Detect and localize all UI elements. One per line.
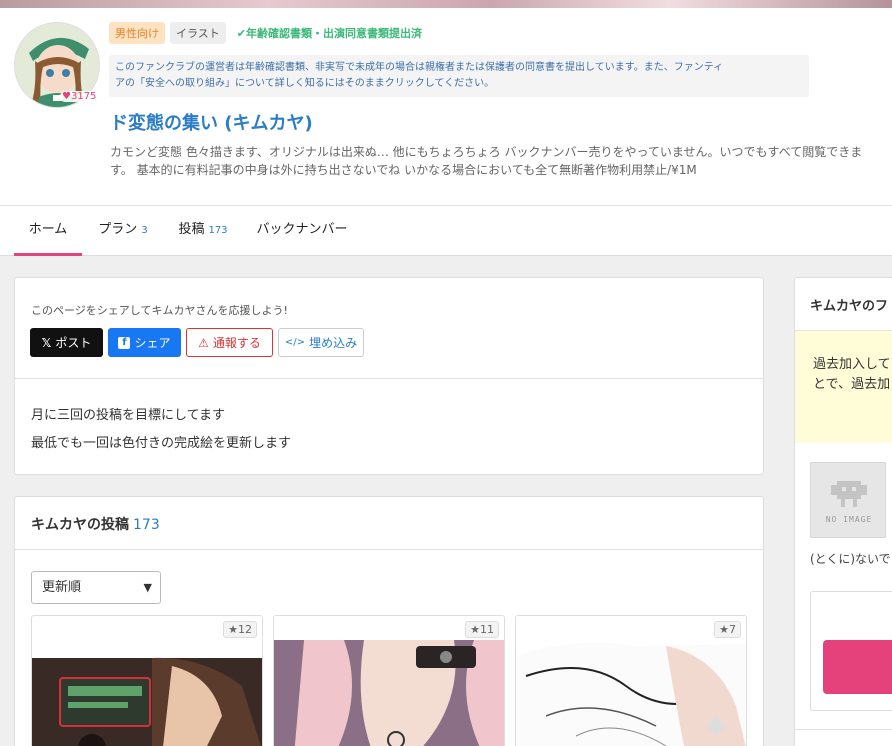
star-icon: ★	[228, 623, 238, 636]
code-icon: </>	[284, 337, 306, 348]
sidebar-title: キムカヤのフ	[810, 299, 889, 314]
about-line1: 月に三回の投稿を目標にしてます	[31, 408, 225, 423]
tab-plans[interactable]: プラン 3	[88, 206, 158, 256]
tag-list: 男性向け イラスト ✔年齢確認書類・出演同意書類提出済	[109, 22, 422, 44]
embed-button[interactable]: </> 埋め込み	[278, 328, 364, 357]
about-line2: 最低でも一回は色付きの完成絵を更新します	[31, 436, 292, 451]
report-label: 通報する	[212, 336, 261, 350]
share-prompt: このページをシェアしてキムカヤさんを応援しよう!	[31, 304, 288, 317]
like-count-badge: ★7	[714, 621, 741, 638]
posts-count: 173	[133, 517, 160, 533]
safety-notice-line2: アの「安全への取り組み」について詳しく知るにはそのままクリックしてください。	[115, 78, 495, 89]
safety-notice-line1: このファンクラブの運営者は年齢確認書類、非実写で未成年の場合は親権者または保護者…	[115, 62, 724, 73]
sort-select[interactable]: 更新順 ▼	[31, 571, 161, 604]
x-icon: 𝕏	[41, 335, 52, 350]
tab-plans-label: プラン	[98, 222, 138, 237]
posts-card: キムカヤの投稿 173 更新順 ▼ ★12 ★11 ★7	[14, 496, 764, 746]
club-title: ド変態の集い (キムカヤ)	[110, 113, 313, 134]
check-icon: ✔	[236, 27, 246, 40]
divider	[795, 729, 892, 730]
club-tabs: ホーム プラン 3 投稿 173 バックナンバー	[0, 205, 892, 256]
tag-male[interactable]: 男性向け	[109, 22, 165, 44]
no-image-icon	[831, 481, 867, 507]
tab-backnumber[interactable]: バックナンバー	[248, 206, 356, 256]
plan-image-placeholder: NO IMAGE	[810, 462, 886, 538]
club-about: 月に三回の投稿を目標にしてます 最低でも一回は色付きの完成絵を更新します	[31, 402, 291, 458]
share-card: このページをシェアしてキムカヤさんを応援しよう! 𝕏 ポスト f シェア ⚠ 通報する…	[14, 277, 764, 475]
posts-title: キムカヤの投稿	[31, 517, 129, 533]
post-thumbnail[interactable]: ★12	[31, 615, 263, 746]
facebook-share-button[interactable]: f シェア	[108, 328, 181, 357]
post-thumbnail[interactable]: ★11	[273, 615, 505, 746]
tab-home-label: ホーム	[28, 222, 68, 237]
like-count: 7	[729, 623, 736, 636]
like-count: 11	[480, 623, 494, 636]
sort-value: 更新順	[42, 580, 82, 595]
star-icon: ★	[470, 623, 480, 636]
divider	[15, 549, 763, 550]
facebook-share-label: シェア	[134, 336, 171, 350]
x-post-button[interactable]: 𝕏 ポスト	[30, 328, 103, 357]
tab-plans-count: 3	[141, 225, 148, 236]
tag-illust[interactable]: イラスト	[170, 22, 226, 44]
facebook-icon: f	[118, 336, 131, 349]
tab-posts-label: 投稿	[178, 222, 205, 237]
divider	[15, 378, 763, 379]
join-plan-button[interactable]	[823, 640, 892, 694]
warning-icon: ⚠	[198, 335, 209, 350]
backnumber-notice: 過去加入して とで、過去加	[795, 331, 892, 443]
verified-text: 年齢確認書類・出演同意書類提出済	[246, 27, 422, 40]
no-image-label: NO IMAGE	[825, 515, 873, 524]
safety-notice-link[interactable]: このファンクラブの運営者は年齢確認書類、非実写で未成年の場合は親権者または保護者…	[109, 55, 809, 97]
like-count-badge: ★11	[465, 621, 499, 638]
post-thumbnail[interactable]: ★7	[515, 615, 747, 746]
header-cover-strip	[0, 0, 892, 8]
heart-icon: ♥	[62, 91, 71, 102]
tab-backnumber-label: バックナンバー	[256, 222, 348, 237]
favorite-count-value: 3175	[70, 91, 97, 102]
backnumber-notice-line1: 過去加入して	[813, 357, 891, 372]
plan-sidebar: キムカヤのフ 過去加入して とで、過去加 NO IMAGE (とくに)ないで	[794, 277, 892, 746]
verified-badge: ✔年齢確認書類・出演同意書類提出済	[237, 25, 422, 41]
embed-label: 埋め込み	[309, 336, 358, 350]
like-count: 12	[238, 623, 252, 636]
tab-posts-count: 173	[208, 225, 228, 236]
posts-heading: キムカヤの投稿 173	[31, 514, 160, 534]
plan-name: (とくに)ないで	[810, 552, 891, 566]
like-count-badge: ★12	[223, 621, 257, 638]
chevron-down-icon: ▼	[143, 581, 152, 594]
report-button[interactable]: ⚠ 通報する	[186, 328, 273, 357]
tab-posts[interactable]: 投稿 173	[168, 206, 238, 256]
post-thumbnail-image	[516, 616, 746, 746]
tab-home[interactable]: ホーム	[14, 206, 82, 256]
favorite-count: ♥3175	[60, 91, 99, 102]
club-description: カモンど変態 色々描きます、オリジナルは出来ぬ… 他にもちょろちょろ バックナン…	[110, 145, 863, 177]
club-header: ♥3175 男性向け イラスト ✔年齢確認書類・出演同意書類提出済 このファンク…	[0, 8, 892, 205]
plan-join-box	[810, 591, 892, 711]
x-post-label: ポスト	[55, 336, 92, 350]
star-icon: ★	[719, 623, 729, 636]
backnumber-notice-line2: とで、過去加	[813, 377, 891, 392]
